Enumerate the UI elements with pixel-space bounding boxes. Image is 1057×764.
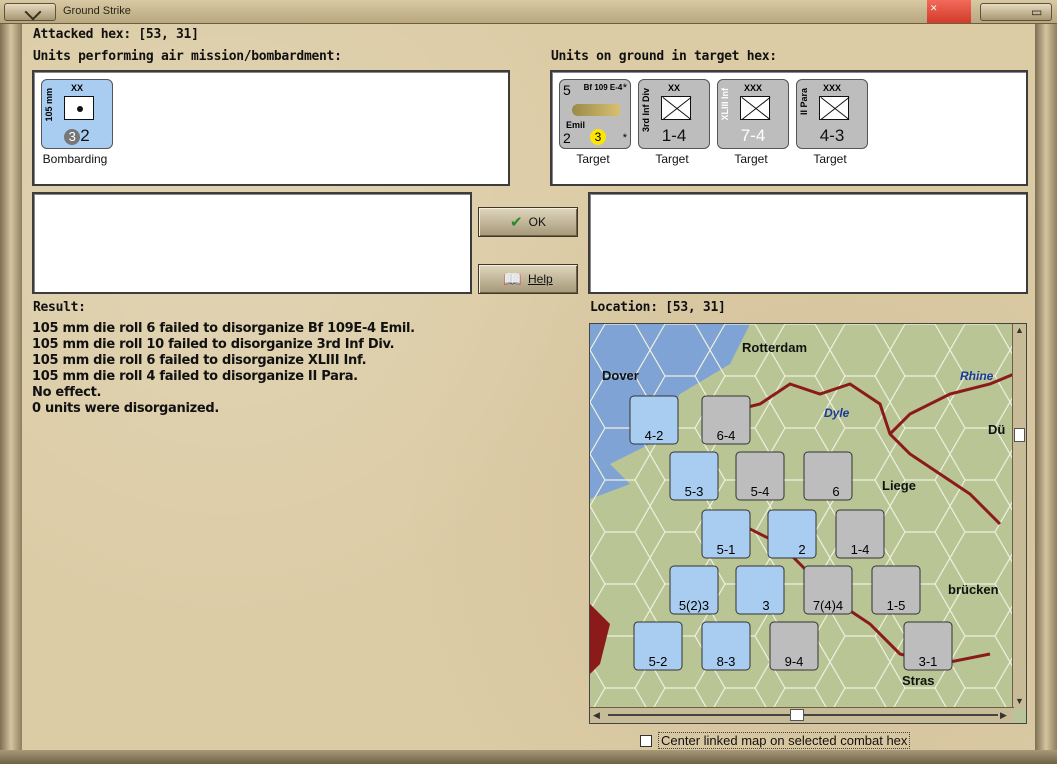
result-line: 105 mm die roll 4 failed to disorganize … — [32, 369, 358, 384]
artillery-symbol-icon — [64, 96, 94, 120]
map-label-strasbourg: Stras — [902, 673, 935, 688]
map-canvas[interactable]: Rotterdam Dover Dyle Liege Rhine Dü brüc… — [590, 324, 1014, 709]
paratrooper-symbol-icon — [819, 96, 849, 120]
ok-button[interactable]: ✔ OK — [478, 207, 578, 237]
map-label-dover: Dover — [602, 368, 639, 383]
air-info-panel — [32, 192, 472, 294]
checkmark-icon: ✔ — [510, 214, 523, 231]
result-line: 0 units were disorganized. — [32, 401, 220, 416]
svg-text:6: 6 — [832, 484, 839, 499]
title-bar[interactable]: Ground Strike ✕ ▭ — [0, 0, 1057, 24]
center-map-checkbox-label[interactable]: Center linked map on selected combat hex — [658, 732, 911, 749]
target-caption: Target — [813, 152, 847, 166]
center-map-checkbox-row[interactable]: Center linked map on selected combat hex — [640, 732, 911, 749]
scroll-left-icon: ◀ — [593, 710, 600, 720]
left-frame-rail — [0, 24, 22, 750]
location-value: [53, 31] — [665, 300, 726, 315]
infantry-symbol-icon — [661, 96, 691, 120]
scroll-down-icon: ▼ — [1015, 696, 1024, 706]
result-line: 105 mm die roll 6 failed to disorganize … — [32, 321, 415, 336]
air-units-label: Units performing air mission/bombardment… — [33, 49, 342, 64]
target-counter-ii-para[interactable]: XXX II Para 4-3 — [796, 79, 868, 149]
svg-text:9-4: 9-4 — [785, 654, 804, 669]
svg-text:8-3: 8-3 — [717, 654, 736, 669]
svg-text:1-5: 1-5 — [887, 598, 906, 613]
result-line: No effect. — [32, 385, 102, 400]
svg-text:5(2)3: 5(2)3 — [679, 598, 709, 613]
window-title: Ground Strike — [63, 5, 131, 17]
target-caption: Target — [734, 152, 768, 166]
right-frame-rail — [1035, 24, 1057, 750]
map-vertical-scrollbar[interactable]: ▲ ▼ — [1012, 324, 1026, 709]
svg-text:2: 2 — [798, 542, 805, 557]
svg-text:1-4: 1-4 — [851, 542, 870, 557]
svg-text:6-4: 6-4 — [717, 428, 736, 443]
svg-text:5-3: 5-3 — [685, 484, 704, 499]
help-button[interactable]: 📖 Help — [478, 264, 578, 294]
svg-text:4-2: 4-2 — [645, 428, 664, 443]
target-caption: Target — [576, 152, 610, 166]
air-unit-caption: Bombarding — [42, 152, 108, 166]
map-label-liege: Liege — [882, 478, 916, 493]
help-book-icon: 📖 — [503, 271, 522, 288]
svg-text:5-4: 5-4 — [751, 484, 770, 499]
svg-text:3-1: 3-1 — [919, 654, 938, 669]
svg-text:5-1: 5-1 — [717, 542, 736, 557]
target-counter-3rd-inf[interactable]: XX 3rd Inf Div 1-4 — [638, 79, 710, 149]
bottom-frame-rail — [0, 750, 1057, 764]
attacked-hex-label: Attacked hex: [53, 31] — [33, 27, 199, 42]
maximize-icon: ▭ — [1031, 5, 1043, 19]
ground-units-panel: Bf 109 E-4 5 * Emil 2 3 * Target XX 3rd … — [550, 70, 1028, 186]
air-units-panel: XX 105 mm 32 Bombarding — [32, 70, 510, 186]
map-label-saarbrucken: brücken — [948, 582, 999, 597]
close-button[interactable]: ✕ — [927, 0, 971, 23]
target-counter-bf109[interactable]: Bf 109 E-4 5 * Emil 2 3 * — [559, 79, 631, 149]
target-caption: Target — [655, 152, 689, 166]
result-line: 105 mm die roll 6 failed to disorganize … — [32, 353, 367, 368]
result-label: Result: — [33, 300, 86, 315]
system-menu-button[interactable] — [4, 3, 56, 21]
map-label-rotterdam: Rotterdam — [742, 340, 807, 355]
svg-text:3: 3 — [762, 598, 769, 613]
scroll-right-icon: ▶ — [1000, 710, 1007, 720]
map-label-dyle: Dyle — [824, 406, 850, 420]
close-icon: ✕ — [930, 3, 938, 13]
center-map-checkbox[interactable] — [640, 734, 652, 747]
infantry-symbol-icon — [740, 96, 770, 120]
map-label-dusseldorf: Dü — [988, 422, 1005, 437]
maximize-button[interactable]: ▭ — [980, 3, 1052, 21]
target-counter-xliii-inf[interactable]: XXX XLIII Inf 7-4 — [717, 79, 789, 149]
horizontal-scroll-thumb[interactable] — [790, 709, 804, 721]
map-label-rhine: Rhine — [960, 369, 994, 383]
svg-text:5-2: 5-2 — [649, 654, 668, 669]
ground-info-panel — [588, 192, 1028, 294]
ground-units-label: Units on ground in target hex: — [551, 49, 777, 64]
map-horizontal-scrollbar[interactable]: ◀ ▶ — [590, 707, 1014, 723]
location-map[interactable]: Rotterdam Dover Dyle Liege Rhine Dü brüc… — [589, 323, 1027, 724]
fighter-plane-icon — [572, 104, 620, 116]
vertical-scroll-thumb[interactable] — [1014, 428, 1025, 442]
air-unit-counter[interactable]: XX 105 mm 32 — [41, 79, 113, 149]
svg-text:7(4)4: 7(4)4 — [813, 598, 843, 613]
location-label: Location: [53, 31] — [590, 300, 726, 315]
result-line: 105 mm die roll 10 failed to disorganize… — [32, 337, 395, 352]
attacked-hex-value: [53, 31] — [138, 27, 199, 42]
scroll-up-icon: ▲ — [1015, 325, 1024, 335]
